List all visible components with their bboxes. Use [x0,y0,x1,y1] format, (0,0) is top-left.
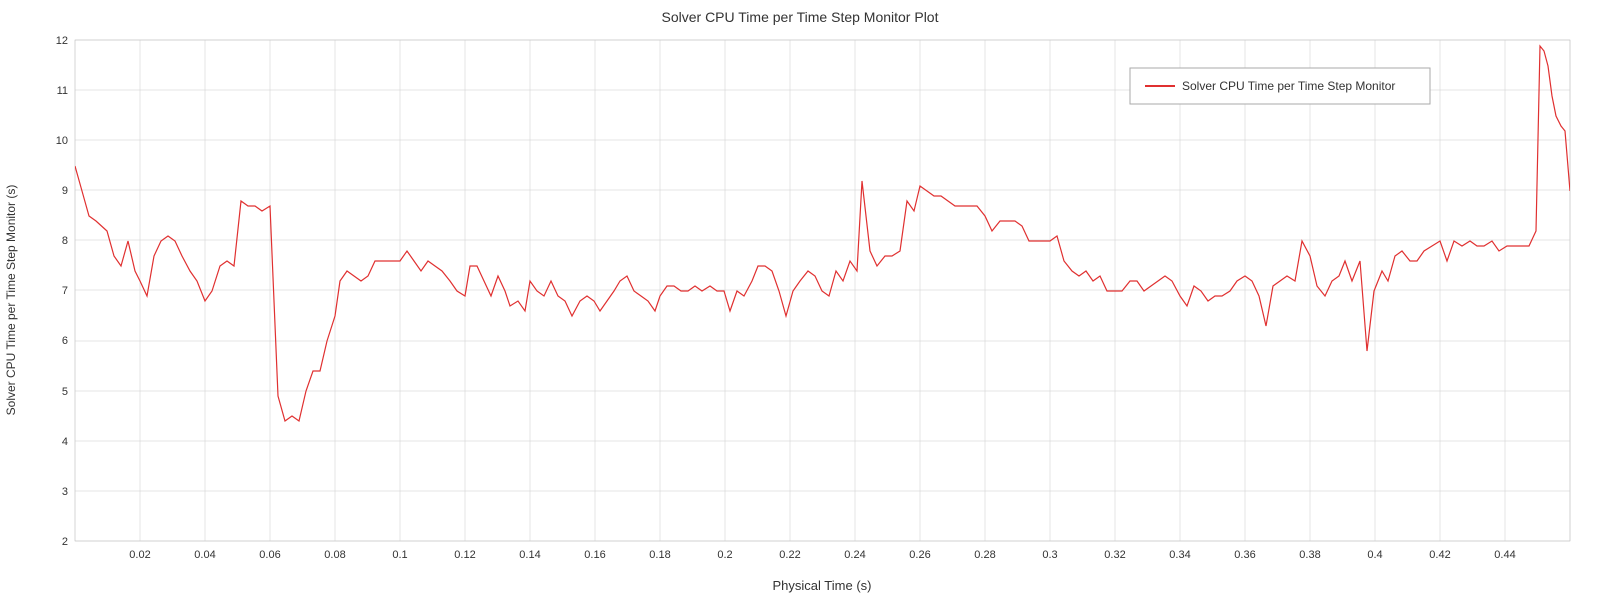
svg-text:0.08: 0.08 [324,549,345,561]
svg-text:0.22: 0.22 [779,549,800,561]
svg-text:0.26: 0.26 [909,549,930,561]
svg-text:10: 10 [56,135,68,147]
svg-text:0.06: 0.06 [259,549,280,561]
chart-title: Solver CPU Time per Time Step Monitor Pl… [662,9,939,25]
y-axis-label: Solver CPU Time per Time Step Monitor (s… [4,185,18,416]
svg-text:2: 2 [62,536,68,548]
x-axis-label: Physical Time (s) [773,578,872,593]
svg-text:0.44: 0.44 [1494,549,1515,561]
svg-text:11: 11 [57,85,68,97]
svg-text:0.32: 0.32 [1104,549,1125,561]
svg-text:0.38: 0.38 [1299,549,1320,561]
svg-text:12: 12 [56,35,68,47]
legend-label: Solver CPU Time per Time Step Monitor [1182,79,1395,93]
svg-text:8: 8 [62,235,68,247]
svg-text:0.18: 0.18 [649,549,670,561]
svg-text:0.1: 0.1 [392,549,407,561]
svg-text:0.12: 0.12 [454,549,475,561]
svg-text:4: 4 [62,436,68,448]
svg-text:0.34: 0.34 [1169,549,1190,561]
svg-text:0.2: 0.2 [717,549,732,561]
svg-text:9: 9 [62,185,68,197]
svg-text:0.36: 0.36 [1234,549,1255,561]
svg-text:0.24: 0.24 [844,549,865,561]
chart-svg: Solver CPU Time per Time Step Monitor Pl… [0,0,1600,606]
svg-text:0.3: 0.3 [1042,549,1057,561]
svg-text:3: 3 [62,486,68,498]
svg-text:0.14: 0.14 [519,549,540,561]
svg-text:5: 5 [62,386,68,398]
svg-text:0.28: 0.28 [974,549,995,561]
chart-container: Solver CPU Time per Time Step Monitor Pl… [0,0,1600,606]
svg-text:0.4: 0.4 [1367,549,1382,561]
svg-text:0.02: 0.02 [129,549,150,561]
svg-text:7: 7 [62,285,68,297]
svg-text:6: 6 [62,335,68,347]
svg-text:0.42: 0.42 [1429,549,1450,561]
svg-text:0.04: 0.04 [194,549,215,561]
svg-text:0.16: 0.16 [584,549,605,561]
